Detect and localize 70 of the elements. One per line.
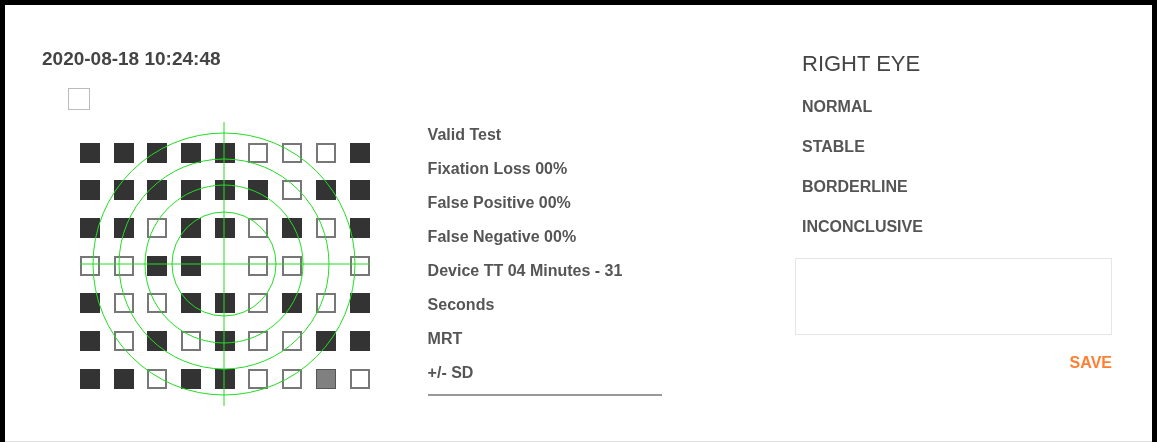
test-point	[282, 330, 303, 351]
test-point	[181, 255, 202, 276]
test-point	[113, 142, 134, 163]
test-point	[282, 142, 303, 163]
test-point	[147, 330, 168, 351]
test-point	[315, 142, 336, 163]
test-point	[248, 180, 269, 201]
test-point	[315, 293, 336, 314]
test-point	[248, 217, 269, 238]
test-point	[80, 142, 100, 163]
diagnosis-option[interactable]: BORDERLINE	[802, 174, 1112, 200]
test-stat: Seconds	[427, 295, 496, 315]
test-point	[181, 217, 202, 238]
test-point	[80, 180, 100, 201]
test-point	[349, 180, 370, 201]
test-point	[349, 293, 370, 314]
test-point	[113, 293, 134, 314]
test-point	[181, 142, 202, 163]
test-stat: False Negative 00%	[427, 227, 578, 247]
test-stat: Fixation Loss 00%	[427, 159, 569, 179]
test-point	[181, 330, 202, 351]
test-point	[248, 330, 269, 351]
test-point	[315, 368, 336, 389]
test-point	[147, 293, 168, 314]
test-point	[248, 255, 269, 276]
test-point	[349, 330, 370, 351]
test-point	[147, 217, 168, 238]
test-point	[80, 330, 100, 351]
test-point	[248, 368, 269, 389]
eye-title: RIGHT EYE	[802, 50, 922, 78]
test-point	[113, 180, 134, 201]
test-point	[315, 330, 336, 351]
checkbox[interactable]	[68, 87, 90, 110]
test-point	[147, 255, 168, 276]
test-stat: Valid Test	[427, 125, 503, 145]
test-point	[80, 293, 100, 314]
test-point	[282, 368, 303, 389]
test-point	[214, 293, 235, 314]
test-point	[315, 180, 336, 201]
test-point	[113, 217, 134, 238]
test-point	[181, 180, 202, 201]
test-point	[113, 330, 134, 351]
diagnosis-option[interactable]: STABLE	[802, 134, 1112, 160]
test-point	[349, 368, 370, 389]
test-timestamp: 2020-08-18 10:24:48	[42, 47, 222, 71]
test-point	[282, 293, 303, 314]
test-point	[315, 217, 336, 238]
test-point	[80, 217, 100, 238]
test-point	[349, 142, 370, 163]
test-point	[248, 293, 269, 314]
test-point	[147, 142, 168, 163]
test-point	[282, 255, 303, 276]
test-stat: +/- SD	[427, 363, 475, 383]
test-point	[80, 368, 100, 389]
test-point	[147, 180, 168, 201]
test-point	[181, 368, 202, 389]
test-stat: MRT	[427, 329, 464, 349]
test-point	[282, 217, 303, 238]
test-stat: Device TT 04 Minutes - 31	[427, 261, 624, 281]
test-point	[147, 368, 168, 389]
test-point	[181, 293, 202, 314]
test-point	[349, 217, 370, 238]
test-point	[113, 368, 134, 389]
diagnosis-option[interactable]: INCONCLUSIVE	[802, 214, 1112, 240]
notes-field[interactable]	[795, 258, 1112, 335]
test-point	[214, 217, 235, 238]
test-stat: False Positive 00%	[427, 193, 572, 213]
test-point	[248, 142, 269, 163]
diagnosis-option[interactable]: NORMAL	[802, 94, 1112, 120]
test-point	[282, 180, 303, 201]
